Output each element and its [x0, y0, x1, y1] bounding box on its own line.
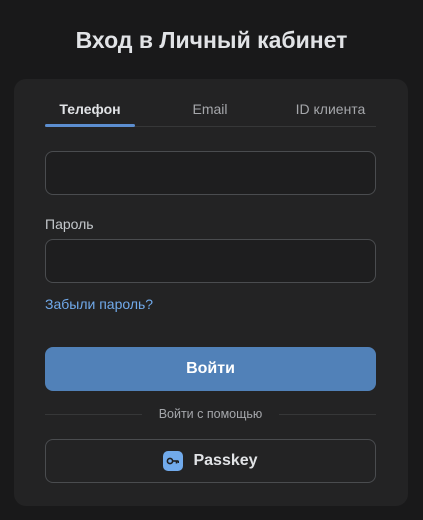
page-title: Вход в Личный кабинет — [75, 27, 348, 53]
password-input[interactable] — [45, 239, 376, 283]
forgot-password-link[interactable]: Забыли пароль? — [45, 295, 153, 313]
active-tab-indicator — [45, 124, 135, 127]
tab-phone[interactable]: Телефон — [45, 95, 135, 127]
tab-client-id[interactable]: ID клиента — [285, 95, 376, 126]
passkey-button-content: Passkey — [46, 440, 375, 482]
alternative-login-divider: Войти с помощью — [45, 405, 376, 423]
passkey-button[interactable]: Passkey — [45, 439, 376, 483]
login-button[interactable]: Войти — [45, 347, 376, 391]
passkey-label: Passkey — [193, 452, 258, 469]
tab-email-label: Email — [192, 101, 228, 117]
password-label: Пароль — [45, 216, 94, 232]
key-icon — [163, 451, 184, 471]
phone-input[interactable] — [45, 151, 376, 195]
tab-email[interactable]: Email — [165, 95, 255, 126]
tab-phone-label: Телефон — [59, 101, 121, 117]
divider-line-right — [279, 414, 376, 415]
login-method-tabs: Телефон Email ID клиента — [45, 95, 376, 127]
login-card: Телефон Email ID клиента Пароль Забыли п… — [14, 79, 408, 506]
login-page: Вход в Личный кабинет Телефон Email ID к… — [0, 0, 423, 520]
tab-client-id-label: ID клиента — [295, 101, 366, 117]
